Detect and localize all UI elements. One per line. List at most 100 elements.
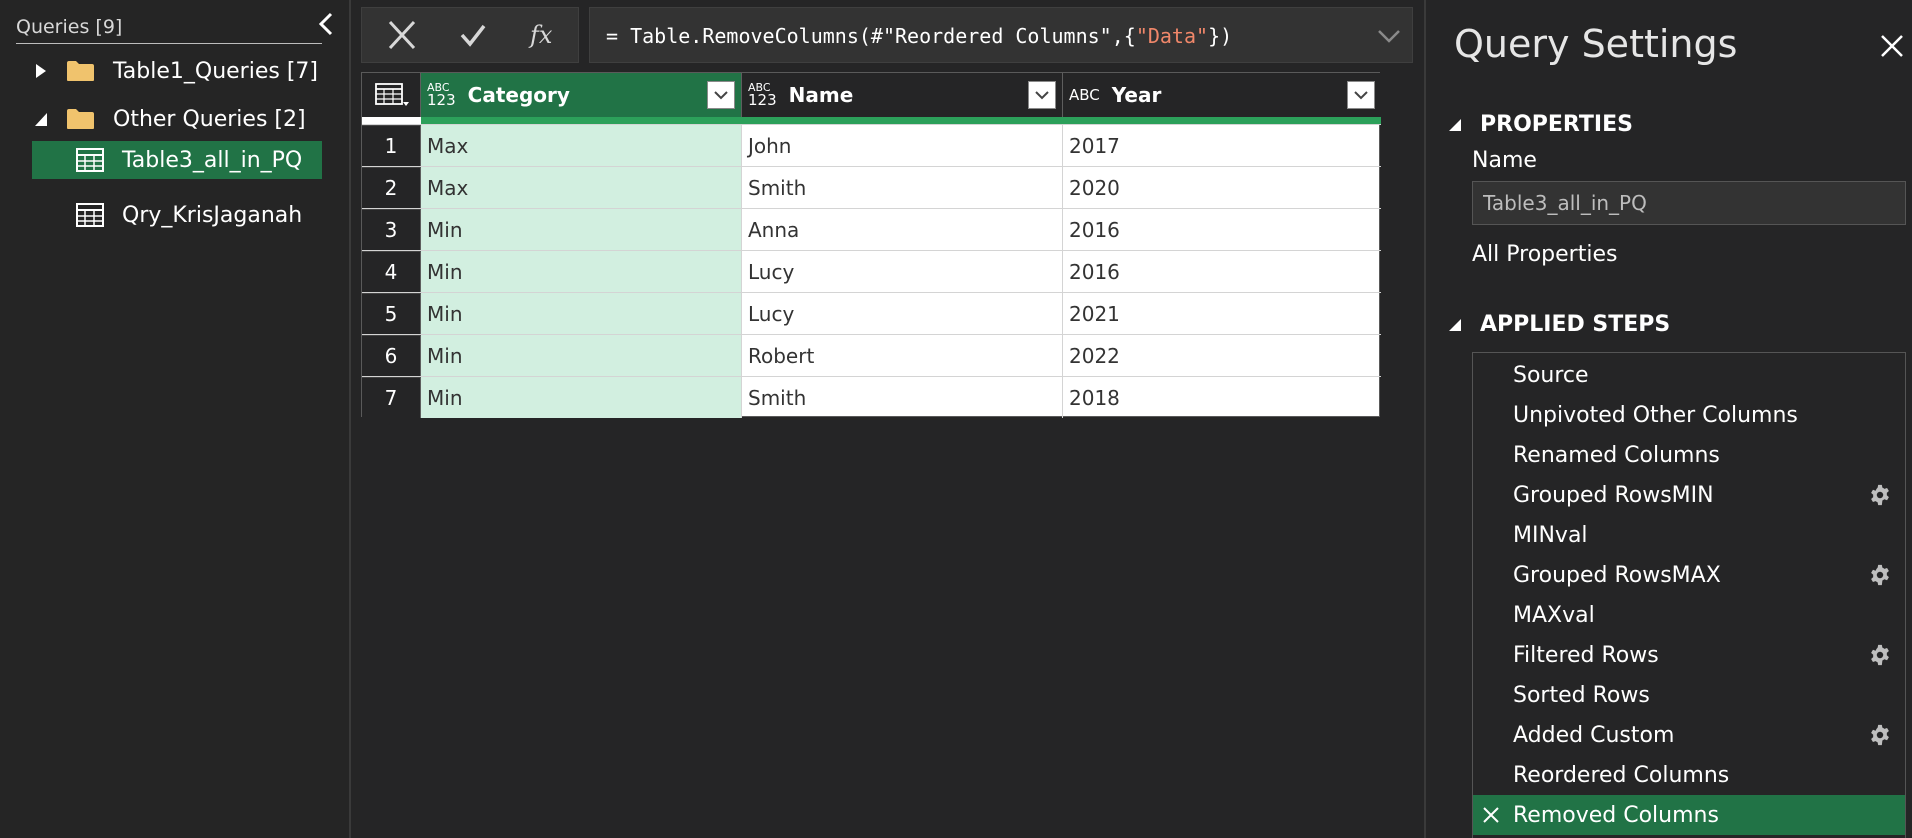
- cell-year[interactable]: 2016: [1063, 251, 1381, 292]
- table-row: 5 Min Lucy 2021: [362, 292, 1381, 334]
- cell-category[interactable]: Min: [421, 377, 742, 418]
- query-item-table3[interactable]: Table3_all_in_PQ: [32, 141, 322, 179]
- step-maxval[interactable]: MAXval: [1473, 595, 1905, 635]
- step-added-custom[interactable]: Added Custom: [1473, 715, 1905, 755]
- cell-category[interactable]: Min: [421, 209, 742, 250]
- cell-year[interactable]: 2022: [1063, 335, 1381, 376]
- query-group-other[interactable]: Other Queries [2]: [34, 100, 306, 138]
- query-group-label: Table1_Queries [7]: [113, 58, 318, 84]
- step-filtered-rows[interactable]: Filtered Rows: [1473, 635, 1905, 675]
- step-removed-columns[interactable]: Removed Columns: [1473, 795, 1905, 835]
- type-any-icon: ABC 123: [427, 82, 456, 108]
- cell-year[interactable]: 2016: [1063, 209, 1381, 250]
- step-sorted-rows[interactable]: Sorted Rows: [1473, 675, 1905, 715]
- close-icon: [1881, 35, 1903, 57]
- column-filter-button[interactable]: [1028, 81, 1056, 109]
- step-label: Unpivoted Other Columns: [1513, 402, 1798, 428]
- row-number[interactable]: 1: [362, 125, 421, 166]
- formula-bar[interactable]: = Table.RemoveColumns(#"Reordered Column…: [589, 7, 1413, 63]
- cancel-formula-button[interactable]: [370, 8, 434, 64]
- step-label: Source: [1513, 362, 1589, 388]
- formula-text[interactable]: = Table.RemoveColumns(#"Reordered Column…: [606, 24, 1232, 48]
- step-label: MAXval: [1513, 602, 1595, 628]
- table-row: 2 Max Smith 2020: [362, 166, 1381, 208]
- formula-prefix: = Table.RemoveColumns(#"Reordered Column…: [606, 24, 1136, 48]
- cell-year[interactable]: 2018: [1063, 377, 1381, 418]
- cell-name[interactable]: John: [742, 125, 1063, 166]
- folder-icon: [67, 61, 94, 81]
- caret-right-icon[interactable]: [34, 63, 48, 79]
- query-group-label: Other Queries [2]: [113, 106, 306, 132]
- column-header-category[interactable]: ABC 123 Category: [421, 73, 742, 117]
- queries-pane: Queries [9] Table1_Queries [7] Other Que…: [0, 0, 351, 838]
- caret-expanded-icon[interactable]: [34, 111, 48, 127]
- applied-steps-section-toggle[interactable]: APPLIED STEPS: [1448, 312, 1670, 337]
- query-item-krisjaganah[interactable]: Qry_KrisJaganah: [32, 196, 322, 234]
- cell-name[interactable]: Lucy: [742, 251, 1063, 292]
- collapse-pane-button[interactable]: [312, 10, 342, 40]
- gear-icon[interactable]: [1869, 484, 1891, 506]
- row-number[interactable]: 3: [362, 209, 421, 250]
- cell-category[interactable]: Min: [421, 335, 742, 376]
- step-label: Renamed Columns: [1513, 442, 1720, 468]
- table-icon: [76, 148, 104, 172]
- row-number[interactable]: 5: [362, 293, 421, 334]
- row-number[interactable]: 4: [362, 251, 421, 292]
- step-grouped-rows-min[interactable]: Grouped RowsMIN: [1473, 475, 1905, 515]
- step-minval[interactable]: MINval: [1473, 515, 1905, 555]
- column-header-name[interactable]: ABC 123 Name: [742, 73, 1063, 117]
- close-icon: [388, 20, 416, 50]
- cell-name[interactable]: Smith: [742, 377, 1063, 418]
- row-number[interactable]: 6: [362, 335, 421, 376]
- insert-function-button[interactable]: fx: [510, 8, 574, 64]
- chevron-down-icon: [1378, 30, 1400, 43]
- chevron-down-icon: [1035, 91, 1049, 100]
- cell-category[interactable]: Max: [421, 125, 742, 166]
- properties-section-toggle[interactable]: PROPERTIES: [1448, 112, 1633, 137]
- cell-year[interactable]: 2021: [1063, 293, 1381, 334]
- cell-name[interactable]: Anna: [742, 209, 1063, 250]
- step-reordered-columns[interactable]: Reordered Columns: [1473, 755, 1905, 795]
- expand-formula-button[interactable]: [1376, 26, 1402, 46]
- caret-expanded-icon: [1449, 318, 1461, 331]
- type-any-icon: ABC 123: [748, 82, 777, 108]
- column-filter-button[interactable]: [1347, 81, 1375, 109]
- gear-icon[interactable]: [1869, 644, 1891, 666]
- commit-formula-button[interactable]: [440, 8, 504, 64]
- step-grouped-rows-max[interactable]: Grouped RowsMAX: [1473, 555, 1905, 595]
- row-number[interactable]: 2: [362, 167, 421, 208]
- query-name-input[interactable]: [1472, 181, 1906, 225]
- cell-name[interactable]: Smith: [742, 167, 1063, 208]
- column-filter-button[interactable]: [707, 81, 735, 109]
- function-icon: fx: [528, 21, 553, 49]
- row-number[interactable]: 7: [362, 377, 421, 418]
- table-menu-button[interactable]: [362, 73, 421, 117]
- cell-category[interactable]: Min: [421, 251, 742, 292]
- gear-icon[interactable]: [1869, 564, 1891, 586]
- step-label: Added Custom: [1513, 722, 1675, 748]
- gear-icon[interactable]: [1869, 724, 1891, 746]
- section-title: APPLIED STEPS: [1480, 312, 1671, 337]
- step-source[interactable]: Source: [1473, 355, 1905, 395]
- delete-step-icon[interactable]: [1481, 805, 1501, 825]
- all-properties-link[interactable]: All Properties: [1472, 242, 1617, 267]
- folder-icon: [67, 109, 94, 129]
- query-group-table1[interactable]: Table1_Queries [7]: [34, 52, 318, 90]
- cell-year[interactable]: 2017: [1063, 125, 1381, 166]
- table-row: 3 Min Anna 2016: [362, 208, 1381, 250]
- chevron-down-icon: [714, 91, 728, 100]
- data-grid: ABC 123 Category ABC 123 Name ABC Year 1…: [361, 72, 1381, 418]
- cell-name[interactable]: Robert: [742, 335, 1063, 376]
- column-header-year[interactable]: ABC Year: [1063, 73, 1381, 117]
- cell-category[interactable]: Min: [421, 293, 742, 334]
- query-settings-pane: Query Settings PROPERTIES Name All Prope…: [1424, 0, 1912, 838]
- step-unpivoted-other-columns[interactable]: Unpivoted Other Columns: [1473, 395, 1905, 435]
- cell-category[interactable]: Max: [421, 167, 742, 208]
- type-text-icon: ABC: [1069, 85, 1100, 104]
- cell-year[interactable]: 2020: [1063, 167, 1381, 208]
- step-label: Grouped RowsMIN: [1513, 482, 1714, 508]
- section-title: PROPERTIES: [1480, 112, 1633, 137]
- step-renamed-columns[interactable]: Renamed Columns: [1473, 435, 1905, 475]
- close-pane-button[interactable]: [1878, 32, 1906, 60]
- cell-name[interactable]: Lucy: [742, 293, 1063, 334]
